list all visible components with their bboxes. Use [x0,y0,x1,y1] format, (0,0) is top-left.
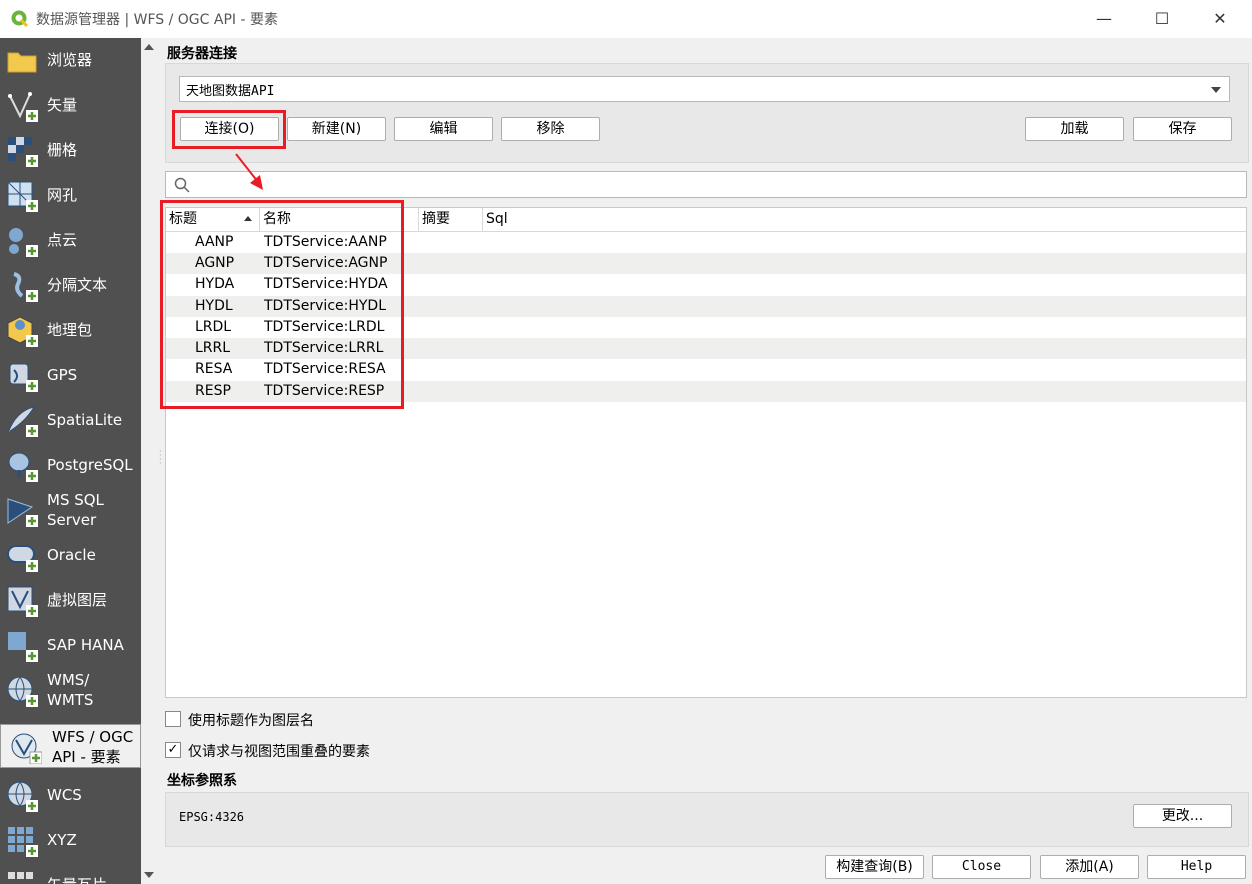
only-overlap-label: 仅请求与视图范围重叠的要素 [188,744,370,760]
sidebar-item-sap-hana[interactable]: SAP HANA [0,623,141,667]
splitter-grip-icon[interactable]: · · · · [159,448,162,468]
sidebar-item-spatialite[interactable]: SpatiaLite [0,398,141,442]
connection-select-value: 天地图数据API [186,84,275,99]
use-title-checkbox[interactable] [165,711,181,727]
source-sidebar: 浏览器 矢量 栅格 网孔 点云 分隔文本 地理包 GPS SpatiaLite … [0,38,141,884]
use-title-label: 使用标题作为图层名 [188,713,314,729]
sidebar-item-gps[interactable]: GPS [0,353,141,397]
sidebar-item-xyz[interactable]: XYZ [0,818,141,862]
spatialite-icon [7,406,38,437]
search-input[interactable] [196,174,1240,196]
sap-hana-icon [8,632,38,662]
remove-connection-button[interactable]: 移除 [501,117,600,141]
crs-title: 坐标参照系 [167,773,237,789]
raster-icon [8,137,38,167]
window-title: 数据源管理器 | WFS / OGC API - 要素 [36,12,278,28]
wfs-icon [11,733,42,764]
sidebar-item-wcs[interactable]: WCS [0,773,141,817]
minimize-button[interactable]: — [1084,6,1124,32]
virtual-layer-icon [7,586,38,617]
chevron-down-icon[interactable] [1211,87,1221,93]
sidebar-item-vector[interactable]: 矢量 [0,83,141,127]
connection-select[interactable]: 天地图数据API [179,76,1230,102]
crs-group [165,792,1249,847]
close-button[interactable]: Close [932,855,1031,879]
sidebar-item-geopackage[interactable]: 地理包 [0,308,141,352]
add-button[interactable]: 添加(A) [1040,855,1139,879]
sidebar-item-oracle[interactable]: Oracle [0,533,141,577]
sidebar-item-virtual-layer[interactable]: 虚拟图层 [0,578,141,622]
title-bar: 数据源管理器 | WFS / OGC API - 要素 — ☐ ✕ [0,0,1252,38]
sidebar-scrollbar[interactable] [141,38,157,884]
only-overlap-checkbox[interactable]: ✓ [165,742,181,758]
server-connections-title: 服务器连接 [167,46,237,62]
sidebar-item-mssql[interactable]: MS SQL Server [0,488,141,532]
oracle-icon [7,545,38,572]
layer-list-highlight [160,200,404,409]
load-button[interactable]: 加载 [1025,117,1124,141]
mssql-icon [7,498,38,527]
sidebar-item-browser[interactable]: 浏览器 [0,38,141,82]
vector-tile-icon [8,872,33,879]
delimited-text-icon [13,272,38,302]
build-query-button[interactable]: 构建查询(B) [825,855,924,879]
layer-search-field[interactable] [165,171,1247,198]
change-crs-button[interactable]: 更改... [1133,804,1232,828]
folder-icon [7,52,37,73]
sidebar-item-wfs[interactable]: WFS / OGC API - 要素 [0,724,141,768]
sidebar-item-wms[interactable]: WMS/ WMTS [0,668,141,712]
save-button[interactable]: 保存 [1133,117,1232,141]
crs-value: EPSG:4326 [179,810,245,824]
geopackage-icon [7,316,38,347]
postgresql-icon [8,452,38,482]
wcs-icon [7,781,38,812]
close-window-button[interactable]: ✕ [1200,6,1240,32]
header-sql[interactable]: Sql [483,208,683,231]
vector-icon [8,92,38,122]
header-abstract[interactable]: 摘要 [419,208,483,231]
sidebar-item-raster[interactable]: 栅格 [0,128,141,172]
xyz-icon [8,827,38,857]
help-button[interactable]: Help [1147,855,1246,879]
qgis-logo-icon [11,10,29,28]
scroll-down-arrow-icon[interactable] [144,872,154,878]
maximize-button[interactable]: ☐ [1142,6,1182,32]
gps-icon [9,363,38,392]
point-cloud-icon [9,228,38,257]
scroll-up-arrow-icon[interactable] [144,44,154,50]
annotation-arrow-icon [235,153,263,190]
sidebar-item-postgresql[interactable]: PostgreSQL [0,443,141,487]
sidebar-item-mesh[interactable]: 网孔 [0,173,141,217]
sidebar-item-vector-tile[interactable]: 矢量瓦片 [0,863,141,884]
wms-icon [7,676,38,707]
sidebar-item-point-cloud[interactable]: 点云 [0,218,141,262]
search-icon [174,177,190,193]
mesh-icon [7,181,38,212]
sidebar-item-delimited-text[interactable]: 分隔文本 [0,263,141,307]
new-connection-button[interactable]: 新建(N) [287,117,386,141]
edit-connection-button[interactable]: 编辑 [394,117,493,141]
connect-button-highlight [172,110,286,149]
